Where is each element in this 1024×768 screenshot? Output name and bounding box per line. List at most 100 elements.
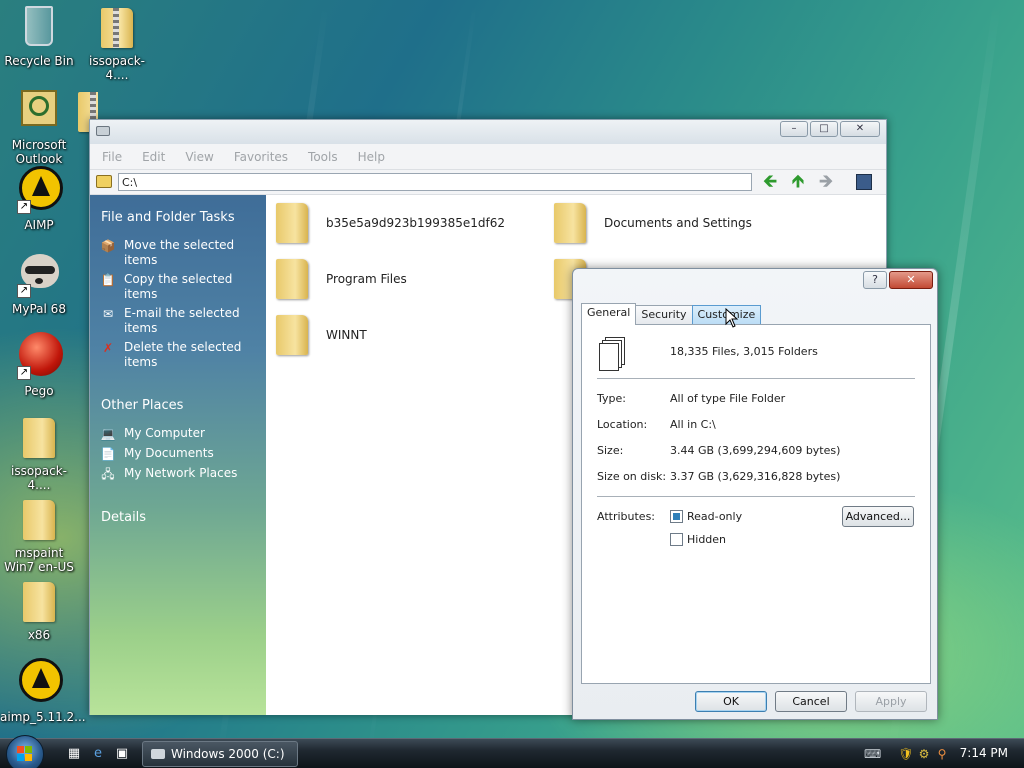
readonly-checkbox[interactable] xyxy=(670,510,683,523)
location-label: Location: xyxy=(597,418,648,431)
place-my-computer[interactable]: My Computer xyxy=(124,426,254,441)
tab-security[interactable]: Security xyxy=(635,305,693,325)
readonly-label[interactable]: Read-only xyxy=(687,510,742,523)
system-tray: ⌨ 🛡 ⚙ ⚲ 7:14 PM xyxy=(860,739,1024,768)
task-email[interactable]: E-mail the selected items xyxy=(124,306,254,336)
menu-help[interactable]: Help xyxy=(356,150,393,164)
folder-icon xyxy=(272,313,312,357)
back-arrow-icon[interactable]: 🡸 xyxy=(760,173,780,193)
network-tray-icon[interactable]: ⚙ xyxy=(916,746,932,762)
task-delete[interactable]: Delete the selected items xyxy=(124,340,254,370)
desktop-icon-outlook[interactable]: Microsoft Outlook xyxy=(0,86,78,166)
folder-item[interactable]: Documents and Settings xyxy=(550,201,752,245)
aimp-icon xyxy=(15,658,63,706)
desktop-icon-label: Pego xyxy=(24,384,54,398)
desktop-icon-issopack-2[interactable]: issopack-4.... xyxy=(0,412,78,492)
folder-icon xyxy=(96,175,112,188)
desktop-icon-issopack[interactable]: issopack-4.... xyxy=(78,2,156,82)
save-icon[interactable] xyxy=(856,174,872,190)
mouse-cursor-icon xyxy=(725,308,739,328)
folder-icon xyxy=(272,201,312,245)
help-button[interactable]: ? xyxy=(863,271,887,289)
window-switcher-icon[interactable]: ▣ xyxy=(114,746,130,762)
folder-icon xyxy=(15,576,63,624)
start-button[interactable] xyxy=(6,735,44,768)
folder-label: WINNT xyxy=(326,328,367,342)
clock[interactable]: 7:14 PM xyxy=(960,746,1008,760)
desktop-icon-mypal[interactable]: ↗ MyPal 68 xyxy=(0,250,78,316)
size-on-disk-value: 3.37 GB (3,629,316,828 bytes) xyxy=(670,470,841,483)
desktop-icon-aimp-installer[interactable]: aimp_5.11.2... xyxy=(0,658,86,724)
taskbar-button-explorer[interactable]: Windows 2000 (C:) xyxy=(142,741,298,767)
dialog-close-button[interactable]: ✕ xyxy=(889,271,933,289)
folder-icon xyxy=(550,201,590,245)
folder-label: Program Files xyxy=(326,272,407,286)
place-network[interactable]: My Network Places xyxy=(124,466,254,481)
other-places-title[interactable]: Other Places xyxy=(101,398,183,413)
properties-dialog[interactable]: ? ✕ General Security Customize 18,335 Fi… xyxy=(572,268,938,720)
hidden-checkbox[interactable] xyxy=(670,533,683,546)
menu-edit[interactable]: Edit xyxy=(140,150,173,164)
tasks-section-title[interactable]: File and Folder Tasks xyxy=(101,210,235,225)
forward-arrow-icon[interactable]: 🡺 xyxy=(816,173,836,193)
internet-explorer-icon[interactable]: e xyxy=(90,746,106,762)
advanced-button[interactable]: Advanced... xyxy=(842,506,914,527)
size-value: 3.44 GB (3,699,294,609 bytes) xyxy=(670,444,841,457)
up-arrow-icon[interactable]: 🡹 xyxy=(788,173,808,193)
desktop-icon-label: issopack-4.... xyxy=(88,54,146,82)
network-icon: 🖧 xyxy=(101,467,115,481)
tab-general[interactable]: General xyxy=(581,303,637,325)
raccoon-icon: ↗ xyxy=(15,250,63,298)
explorer-titlebar[interactable]: – □ ✕ xyxy=(90,120,886,144)
aimp-icon: ↗ xyxy=(15,166,63,214)
apply-button[interactable]: Apply xyxy=(855,691,927,712)
address-bar: C:\ 🡸 🡹 🡺 xyxy=(90,170,886,195)
show-desktop-icon[interactable]: ▦ xyxy=(66,746,82,762)
drive-icon xyxy=(151,749,165,759)
file-count-summary: 18,335 Files, 3,015 Folders xyxy=(670,345,818,358)
copy-icon: 📋 xyxy=(100,273,116,287)
drive-icon xyxy=(96,126,110,136)
task-move[interactable]: Move the selected items xyxy=(124,238,254,268)
address-input[interactable]: C:\ xyxy=(118,173,752,191)
taskbar-button-label: Windows 2000 (C:) xyxy=(171,747,285,761)
folder-item[interactable]: b35e5a9d923b199385e1df62 xyxy=(272,201,505,245)
menu-file[interactable]: File xyxy=(100,150,130,164)
desktop-icon-pego[interactable]: ↗ Pego xyxy=(0,332,78,398)
cancel-button[interactable]: Cancel xyxy=(775,691,847,712)
folder-icon xyxy=(15,412,63,460)
maximize-button[interactable]: □ xyxy=(810,121,838,137)
desktop-icon-label: mspaint Win7 en-US xyxy=(4,546,74,574)
desktop-icon-x86[interactable]: x86 xyxy=(0,576,78,642)
search-icon[interactable]: ⚲ xyxy=(934,746,950,762)
desktop-icon-label: x86 xyxy=(27,628,51,642)
desktop-icon-recycle-bin[interactable]: Recycle Bin xyxy=(0,2,78,68)
zip-folder-icon xyxy=(93,2,141,50)
delete-icon: ✗ xyxy=(102,341,114,355)
minimize-button[interactable]: – xyxy=(780,121,808,137)
keyboard-icon[interactable]: ⌨ xyxy=(864,746,881,762)
folder-icon xyxy=(15,494,63,542)
shield-icon[interactable]: 🛡 xyxy=(898,746,914,762)
task-copy[interactable]: Copy the selected items xyxy=(124,272,254,302)
menu-view[interactable]: View xyxy=(183,150,221,164)
desktop-icon-aimp[interactable]: ↗ AIMP xyxy=(0,166,78,232)
general-panel: 18,335 Files, 3,015 Folders Type: All of… xyxy=(581,324,931,684)
menu-tools[interactable]: Tools xyxy=(306,150,346,164)
attributes-label: Attributes: xyxy=(597,510,656,523)
place-my-documents[interactable]: My Documents xyxy=(124,446,254,461)
documents-icon: 📄 xyxy=(100,447,116,461)
menu-bar: File Edit View Favorites Tools Help xyxy=(90,144,886,170)
email-icon: ✉ xyxy=(102,307,114,321)
folder-item[interactable]: WINNT xyxy=(272,313,367,357)
details-title[interactable]: Details xyxy=(101,510,146,525)
dialog-titlebar[interactable]: ? ✕ xyxy=(573,269,937,293)
menu-favorites[interactable]: Favorites xyxy=(232,150,296,164)
hidden-label[interactable]: Hidden xyxy=(687,533,726,546)
desktop-icon-mspaint[interactable]: mspaint Win7 en-US xyxy=(0,494,78,574)
ok-button[interactable]: OK xyxy=(695,691,767,712)
multiple-files-icon xyxy=(599,337,627,371)
close-button[interactable]: ✕ xyxy=(840,121,880,137)
type-label: Type: xyxy=(597,392,626,405)
folder-item[interactable]: Program Files xyxy=(272,257,407,301)
